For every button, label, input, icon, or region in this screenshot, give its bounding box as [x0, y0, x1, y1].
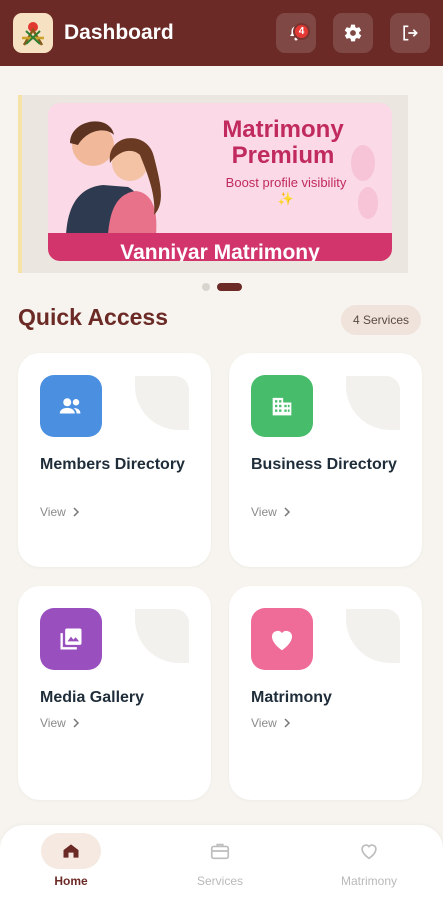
card-label: Members Directory — [40, 456, 185, 473]
app-logo — [13, 13, 53, 53]
nav-label: Matrimony — [340, 874, 397, 888]
couple-illustration — [66, 121, 161, 235]
view-link[interactable]: View — [251, 716, 291, 730]
heart-icon — [251, 608, 313, 670]
heart-outline-icon — [339, 833, 399, 869]
chevron-right-icon — [73, 718, 79, 728]
gallery-icon — [40, 608, 102, 670]
chevron-right-icon — [284, 718, 290, 728]
logout-button[interactable] — [390, 13, 430, 53]
people-icon — [40, 375, 102, 437]
card-label: Business Directory — [251, 456, 397, 473]
card-decoration — [346, 609, 400, 663]
view-link[interactable]: View — [40, 505, 80, 519]
card-label: Media Gallery — [40, 689, 145, 706]
banner-subtitle: Boost profile visibility ✨ — [225, 175, 347, 206]
page-title: Dashboard — [64, 21, 174, 44]
notifications-button[interactable]: 4 — [276, 13, 316, 53]
bottom-navigation: Home Services Matrimony — [0, 825, 443, 900]
view-label: View — [40, 716, 66, 730]
carousel-indicator — [0, 283, 443, 291]
card-decoration — [135, 376, 189, 430]
media-gallery-card[interactable]: Media Gallery View — [18, 586, 211, 800]
banner-carousel[interactable]: Matrimony Premium Boost profile visibili… — [18, 95, 408, 273]
logout-icon — [403, 25, 418, 41]
view-label: View — [251, 716, 277, 730]
nav-home[interactable]: Home — [21, 833, 121, 893]
card-decoration — [135, 609, 189, 663]
settings-button[interactable] — [333, 13, 373, 53]
notification-badge: 4 — [293, 23, 310, 40]
app-bar: Dashboard 4 — [0, 0, 443, 66]
nav-matrimony[interactable]: Matrimony — [319, 833, 419, 893]
chevron-right-icon — [73, 507, 79, 517]
view-label: View — [40, 505, 66, 519]
services-count-badge: 4 Services — [340, 305, 421, 335]
view-link[interactable]: View — [251, 505, 291, 519]
quick-access-title: Quick Access — [18, 304, 169, 330]
home-icon — [41, 833, 101, 869]
banner-brand: Vanniyar Matrimony — [120, 241, 320, 261]
banner-title: Matrimony Premium — [222, 116, 344, 169]
nav-services[interactable]: Services — [170, 833, 270, 893]
card-label: Matrimony — [251, 689, 332, 706]
business-directory-card[interactable]: Business Directory View — [229, 353, 422, 567]
matrimony-premium-banner[interactable]: Matrimony Premium Boost profile visibili… — [48, 103, 392, 261]
members-directory-card[interactable]: Members Directory View — [18, 353, 211, 567]
building-icon — [251, 375, 313, 437]
matrimony-card[interactable]: Matrimony View — [229, 586, 422, 800]
carousel-dot-active[interactable] — [216, 283, 242, 291]
view-link[interactable]: View — [40, 716, 80, 730]
card-decoration — [346, 376, 400, 430]
nav-label: Home — [54, 874, 88, 888]
view-label: View — [251, 505, 277, 519]
chevron-right-icon — [284, 507, 290, 517]
gear-icon — [344, 24, 362, 42]
nav-label: Services — [196, 874, 243, 888]
carousel-dot[interactable] — [201, 283, 210, 291]
previous-slide-edge — [18, 95, 22, 273]
briefcase-icon — [190, 833, 250, 869]
emblem-icon — [22, 22, 44, 46]
